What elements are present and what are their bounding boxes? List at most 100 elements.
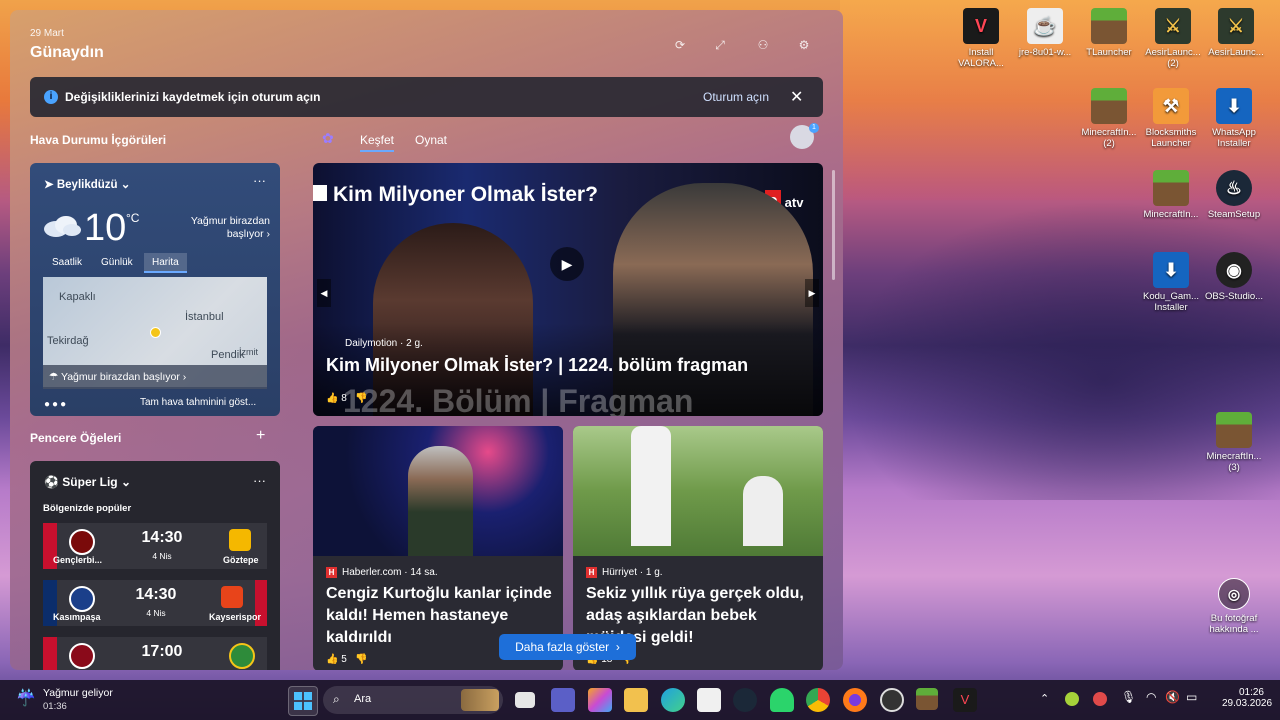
- desktop-icon-tlauncher[interactable]: TLauncher: [1076, 8, 1142, 58]
- file-explorer-icon[interactable]: [624, 688, 648, 712]
- hero-caption: 1224. Bölüm | Fragman: [343, 383, 694, 416]
- hero-age: 2 g.: [406, 338, 423, 349]
- hero-source-label: Dailymotion: [345, 338, 398, 349]
- chevron-up-icon[interactable]: ⌃: [1040, 692, 1049, 705]
- minecraft-icon: [1091, 88, 1127, 124]
- desktop-icon-java[interactable]: ☕ jre-8u01-w...: [1012, 8, 1078, 58]
- desktop-icon-blocksmiths[interactable]: ⚒ Blocksmiths Launcher: [1138, 88, 1204, 149]
- edge-icon[interactable]: [661, 688, 685, 712]
- play-icon[interactable]: ▶: [550, 247, 584, 281]
- chevron-left-icon[interactable]: ◀: [317, 279, 331, 307]
- desktop-icon-kodu-installer[interactable]: ⬇ Kodu_Gam... Installer: [1138, 252, 1204, 313]
- chrome-icon[interactable]: [806, 688, 830, 712]
- chevron-right-icon[interactable]: ▶: [805, 279, 819, 307]
- desktop-icon-about-photo[interactable]: ◎ Bu fotoğraf hakkında ...: [1201, 578, 1267, 635]
- obs-taskbar-icon[interactable]: [880, 688, 904, 712]
- rain-note[interactable]: Yağmur birazdan başlıyor ›: [170, 215, 270, 241]
- steam-icon: ♨: [1216, 170, 1252, 206]
- desktop-icon-label: jre-8u01-w...: [1018, 47, 1072, 58]
- task-view-icon[interactable]: [515, 692, 535, 708]
- desktop-icon-obs[interactable]: ◉ OBS-Studio...: [1201, 252, 1267, 302]
- match-row[interactable]: Kasımpaşa 14:30 4 Nis Kayserispor: [43, 580, 267, 626]
- desktop-icon-valorant[interactable]: V Install VALORA...: [948, 8, 1014, 69]
- desktop-icon-aesir-2[interactable]: ⚔ AesirLaunc... (2): [1140, 8, 1206, 69]
- tray-app-icon[interactable]: [1093, 692, 1107, 706]
- show-more-button[interactable]: Daha fazla göster ›: [499, 634, 636, 660]
- valorant-icon: V: [963, 8, 999, 44]
- map-rain-bar[interactable]: ☂ Yağmur birazdan başlıyor ›: [43, 365, 267, 389]
- desktop-icon-steamsetup[interactable]: ♨ SteamSetup: [1201, 170, 1267, 220]
- settings-icon[interactable]: ⚙: [796, 38, 812, 54]
- source-logo-icon: H: [586, 567, 597, 578]
- scrollbar[interactable]: [832, 170, 835, 280]
- desktop-icon-aesir[interactable]: ⚔ AesirLaunc...: [1203, 8, 1269, 58]
- rain-note-label: Yağmur birazdan başlıyor: [190, 215, 270, 240]
- tab-play[interactable]: Oynat: [415, 133, 447, 147]
- map-label: Kapaklı: [59, 291, 96, 303]
- tab-discover[interactable]: Keşfet: [360, 133, 395, 152]
- volume-muted-icon[interactable]: 🔇: [1165, 690, 1180, 704]
- desktop-icon-label: AesirLaunc...: [1208, 47, 1264, 58]
- weather-taskbar-icon[interactable]: ☔: [16, 688, 36, 708]
- desktop-icon-label: SteamSetup: [1207, 209, 1261, 220]
- desktop-icon-label: AesirLaunc... (2): [1145, 47, 1201, 69]
- store-icon[interactable]: [697, 688, 721, 712]
- sports-card[interactable]: ⚽ Süper Lig ⌄ ··· Bölgenizde popüler Gen…: [30, 461, 280, 670]
- firefox-icon[interactable]: [843, 688, 867, 712]
- download-icon: ⬇: [1216, 88, 1252, 124]
- panel-date: 29 Mart: [30, 28, 64, 39]
- clock[interactable]: 01:26 29.03.2026: [1222, 687, 1272, 709]
- desktop-icon-minecraft-3[interactable]: MinecraftIn... (3): [1201, 412, 1267, 473]
- like-button[interactable]: 👍 8 👎: [326, 393, 368, 404]
- desktop-icon-minecraft[interactable]: MinecraftIn...: [1138, 170, 1204, 220]
- match-row[interactable]: Gençlerbi... 14:30 4 Nis Göztepe: [43, 523, 267, 569]
- like-button[interactable]: 👍 5 👎: [326, 654, 368, 665]
- team-crest-icon: [229, 643, 255, 669]
- valorant-taskbar-icon[interactable]: V: [953, 688, 977, 712]
- more-options-icon[interactable]: ···: [253, 473, 266, 488]
- expand-icon[interactable]: ⤢: [712, 38, 728, 54]
- weather-tab-daily[interactable]: Günlük: [93, 253, 141, 273]
- taskbar-search[interactable]: ⌕ Ara: [323, 686, 503, 714]
- signin-link[interactable]: Oturum açın: [703, 90, 769, 104]
- desktop-icon-whatsapp-installer[interactable]: ⬇ WhatsApp Installer: [1201, 88, 1267, 149]
- battery-icon[interactable]: ▭: [1186, 690, 1197, 704]
- app-icon[interactable]: [770, 688, 794, 712]
- taskbar-weather-title[interactable]: Yağmur geliyor: [43, 687, 113, 699]
- weather-location[interactable]: ➤ Beylikdüzü ⌄: [44, 177, 130, 191]
- teams-icon[interactable]: [551, 688, 575, 712]
- desktop-icon-label: Bu fotoğraf hakkında ...: [1209, 613, 1259, 635]
- hero-title[interactable]: Kim Milyoner Olmak İster? | 1224. bölüm …: [326, 355, 748, 376]
- steam-taskbar-icon[interactable]: [733, 688, 757, 712]
- people-icon[interactable]: ⚇: [755, 38, 771, 54]
- map-label: Tekirdağ: [47, 335, 89, 347]
- map-label: İstanbul: [185, 311, 224, 323]
- league-selector[interactable]: ⚽ Süper Lig ⌄: [44, 475, 131, 489]
- microphone-icon[interactable]: 🎙: [1121, 690, 1136, 704]
- more-options-icon[interactable]: ···: [253, 173, 266, 188]
- add-widget-icon[interactable]: +: [256, 427, 265, 445]
- desktop-icon-label: OBS-Studio...: [1204, 291, 1264, 302]
- desktop-icon-label: Kodu_Gam... Installer: [1143, 291, 1199, 313]
- news-image: [313, 426, 563, 556]
- hero-news-card[interactable]: Kim Milyoner Olmak İster? a atv ▶ ◀ ▶ 12…: [313, 163, 823, 416]
- weather-card[interactable]: ➤ Beylikdüzü ⌄ ··· 10 °C Yağmur birazdan…: [30, 163, 280, 416]
- full-forecast-link[interactable]: Tam hava tahminini göst...: [140, 397, 256, 408]
- news-source-label: Hürriyet: [602, 567, 638, 579]
- panel-greeting: Günaydın: [30, 44, 104, 61]
- banner-message: Değişikliklerinizi kaydetmek için oturum…: [65, 90, 321, 104]
- desktop-icon-minecraft-2[interactable]: MinecraftIn... (2): [1076, 88, 1142, 149]
- start-button[interactable]: [288, 686, 318, 716]
- match-row[interactable]: 17:00: [43, 637, 267, 670]
- notification-badge: 1: [809, 123, 819, 133]
- tray-app-icon[interactable]: [1065, 692, 1079, 706]
- copilot-icon[interactable]: [588, 688, 612, 712]
- channel-label: atv: [784, 195, 804, 210]
- desktop-icon-label: TLauncher: [1086, 47, 1132, 58]
- close-icon[interactable]: ✕: [790, 87, 803, 107]
- weather-tab-hourly[interactable]: Saatlik: [44, 253, 90, 273]
- minecraft-taskbar-icon[interactable]: [916, 688, 938, 710]
- refresh-icon[interactable]: ⟳: [672, 38, 688, 54]
- weather-tab-map[interactable]: Harita: [144, 253, 187, 273]
- wifi-icon[interactable]: ◠: [1146, 690, 1156, 704]
